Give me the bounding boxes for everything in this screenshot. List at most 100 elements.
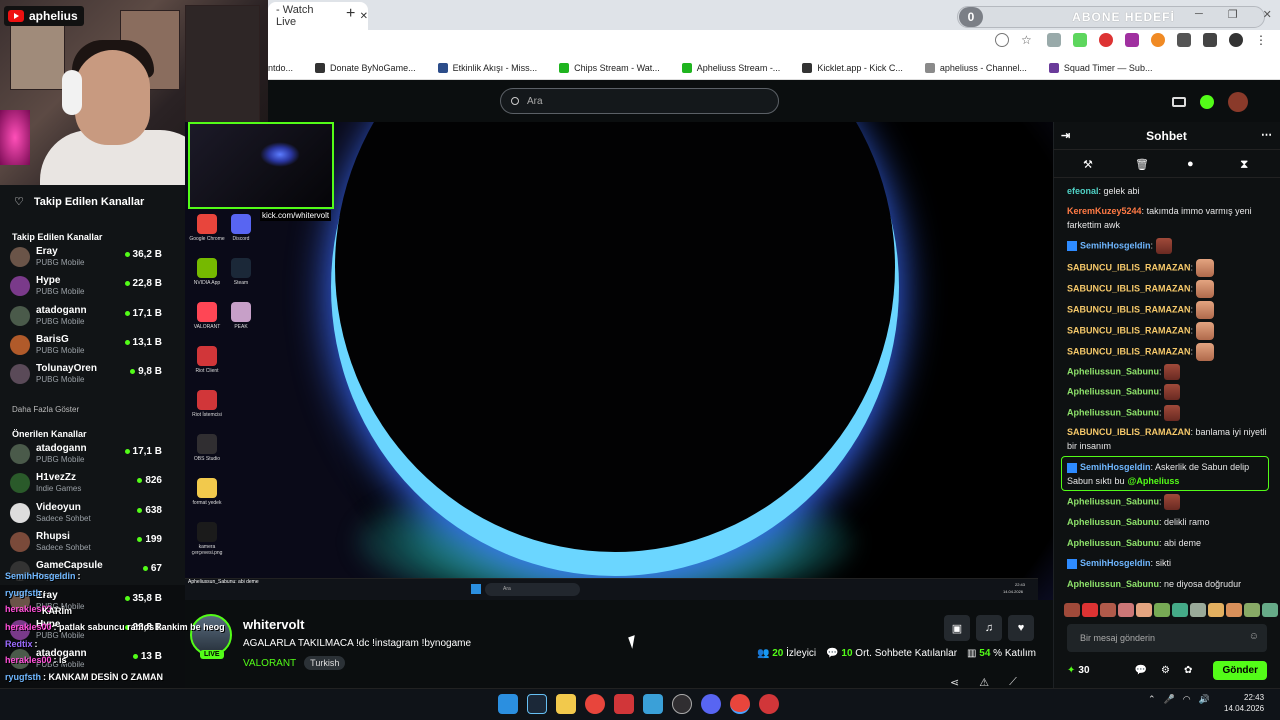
clip-button[interactable]: ▣ (944, 615, 970, 641)
folder-icon[interactable] (556, 694, 576, 714)
minimize-icon[interactable]: ─ (1195, 8, 1203, 21)
close-icon[interactable]: ✕ (1263, 8, 1272, 21)
notification-bell-icon[interactable]: ♫ (976, 615, 1002, 641)
emote-icon[interactable] (1154, 603, 1170, 617)
sidebar-channel[interactable]: H1vezZz Indie Games 826 (10, 469, 162, 497)
new-tab-button[interactable]: + (346, 5, 355, 23)
settings-icon[interactable]: ⚙ (1161, 665, 1170, 676)
avatar[interactable] (1229, 33, 1243, 47)
chat-username[interactable]: efeonal (1067, 186, 1099, 196)
riot-client-icon[interactable] (759, 694, 779, 714)
emote-icon[interactable] (1208, 603, 1224, 617)
chat-username[interactable]: SABUNCU_IBLIS_RAMAZAN (1067, 346, 1191, 356)
user-avatar[interactable] (1228, 92, 1248, 112)
bookmark-item[interactable]: ntdo... (268, 63, 293, 73)
start-icon[interactable] (498, 694, 518, 714)
emote-icon[interactable] (1244, 603, 1260, 617)
emote-icon[interactable] (1136, 603, 1152, 617)
sidebar-channel[interactable]: Rhupsi Sadece Sohbet 199 (10, 528, 162, 556)
send-button[interactable]: Gönder (1213, 660, 1267, 680)
sidebar-channel[interactable]: Videoyun Sadece Sohbet 638 (10, 499, 162, 527)
clock[interactable]: 22:43 14.04.2026 (1224, 692, 1264, 714)
bookmark-item[interactable]: Donate ByNoGame... (315, 62, 416, 73)
chat-mention[interactable]: @Apheliuss (1128, 476, 1180, 486)
sidebar-channel[interactable]: BarisG PUBG Mobile 13,1 B (10, 331, 162, 359)
mic-icon[interactable]: 🎤 (1164, 694, 1175, 705)
sidebar-channel[interactable]: atadogann PUBG Mobile 17,1 B (10, 440, 162, 468)
chat-username[interactable]: Apheliussun_Sabunu (1067, 517, 1159, 527)
chevron-up-icon[interactable]: ⌃ (1148, 694, 1156, 705)
theater-icon[interactable] (1172, 97, 1186, 107)
bookmark-item[interactable]: Squad Timer — Sub... (1048, 62, 1152, 73)
chat-username[interactable]: SemihHosgeldin (1080, 240, 1151, 250)
sidebar-header[interactable]: ♡ Takip Edilen Kanallar (14, 195, 144, 209)
desktop-icon[interactable]: PEAK (223, 302, 259, 330)
extension-purple-icon[interactable] (1125, 33, 1139, 47)
desktop-icon[interactable]: NVIDIA App (189, 258, 225, 286)
hammer-icon[interactable]: ⚒ (1083, 158, 1093, 171)
streamer-name[interactable]: whitervolt (243, 617, 304, 632)
search-input[interactable]: Ara (500, 88, 779, 114)
bookmark-item[interactable]: Etkinlik Akışı - Miss... (437, 62, 537, 73)
category-link[interactable]: VALORANT (243, 658, 296, 669)
desktop-icon[interactable]: Discord (223, 214, 259, 242)
queue-icon[interactable] (1203, 33, 1217, 47)
chat-input[interactable]: Bir mesaj gönderin ☺ (1067, 624, 1267, 652)
emote-icon[interactable] (1100, 603, 1116, 617)
chat-username[interactable]: SABUNCU_IBLIS_RAMAZAN (1067, 304, 1191, 314)
hourglass-icon[interactable]: ⧗ (1240, 157, 1248, 172)
desktop-icon[interactable]: Steam (223, 258, 259, 286)
points-icon[interactable]: ✦ (1067, 665, 1075, 676)
chat-username[interactable]: Apheliussun_Sabunu (1067, 538, 1159, 548)
chat-username[interactable]: SABUNCU_IBLIS_RAMAZAN (1067, 427, 1191, 437)
shield-icon[interactable] (1047, 33, 1061, 47)
app-icon[interactable] (643, 694, 663, 714)
obs-icon[interactable] (672, 694, 692, 714)
wifi-icon[interactable]: ◠ (1183, 694, 1191, 705)
discord-icon[interactable] (701, 694, 721, 714)
desktop-icon[interactable]: Riot Client (189, 346, 225, 374)
chat-username[interactable]: SABUNCU_IBLIS_RAMAZAN (1067, 325, 1191, 335)
chat-username[interactable]: Apheliussun_Sabunu (1067, 366, 1159, 376)
collapse-chat-icon[interactable]: ⇥ (1061, 129, 1070, 142)
extension-red-icon[interactable] (1099, 33, 1113, 47)
bookmark-item[interactable]: apheliuss - Channel... (924, 62, 1027, 73)
emote-icon[interactable] (1262, 603, 1278, 617)
desktop-icon[interactable]: Google Chrome (189, 214, 225, 242)
desktop-icon[interactable]: kamera çerçevesi.png (189, 522, 225, 556)
chrome-icon[interactable] (585, 694, 605, 714)
chat-username[interactable]: Apheliussun_Sabunu (1067, 496, 1159, 506)
emote-icon[interactable] (1118, 603, 1134, 617)
sidebar-channel[interactable]: Hype PUBG Mobile 22,8 B (10, 272, 162, 300)
sidebar-channel[interactable]: TolunayOren PUBG Mobile 9,8 B (10, 360, 162, 388)
star-icon[interactable]: ☆ (1021, 33, 1035, 47)
emote-icon[interactable] (1082, 603, 1098, 617)
chat-username[interactable]: SemihHosgeldin (1080, 558, 1151, 568)
volume-icon[interactable]: 🔊 (1199, 694, 1210, 705)
language-tag[interactable]: Turkish (304, 656, 346, 670)
emote-icon[interactable] (1064, 603, 1080, 617)
chat-username[interactable]: Apheliussun_Sabunu (1067, 386, 1159, 396)
chat-username[interactable]: SABUNCU_IBLIS_RAMAZAN (1067, 262, 1191, 272)
show-more-link[interactable]: Daha Fazla Göster (12, 405, 79, 414)
emote-icon[interactable] (1172, 603, 1188, 617)
extension-orange-icon[interactable] (1151, 33, 1165, 47)
tab-close-icon[interactable]: ✕ (360, 11, 368, 22)
kick-logo-icon[interactable] (1200, 95, 1214, 109)
sidebar-channel[interactable]: Eray PUBG Mobile 36,2 B (10, 243, 162, 271)
follow-heart-icon[interactable]: ♥ (1008, 615, 1034, 641)
chat-username[interactable]: SABUNCU_IBLIS_RAMAZAN (1067, 283, 1191, 293)
bookmark-item[interactable]: Apheliuss Stream -... (681, 62, 780, 73)
trash-icon[interactable]: 🗑 (1135, 158, 1149, 171)
emoji-icon[interactable]: ☺ (1249, 631, 1259, 642)
riot-icon[interactable] (614, 694, 634, 714)
desktop-icon[interactable]: OBS Studio (189, 434, 225, 462)
chat-username[interactable]: Apheliussun_Sabunu (1067, 407, 1159, 417)
chat-bubble-icon[interactable]: ● (1187, 158, 1194, 170)
desktop-icon[interactable]: format yedek (189, 478, 225, 506)
restore-icon[interactable]: ❐ (1228, 8, 1238, 21)
emote-menu-icon[interactable]: ✿ (1184, 665, 1192, 676)
puzzle-icon[interactable] (1177, 33, 1191, 47)
kebab-menu-icon[interactable]: ⋮ (1255, 33, 1269, 47)
sidebar-channel[interactable]: atadogann PUBG Mobile 17,1 B (10, 302, 162, 330)
